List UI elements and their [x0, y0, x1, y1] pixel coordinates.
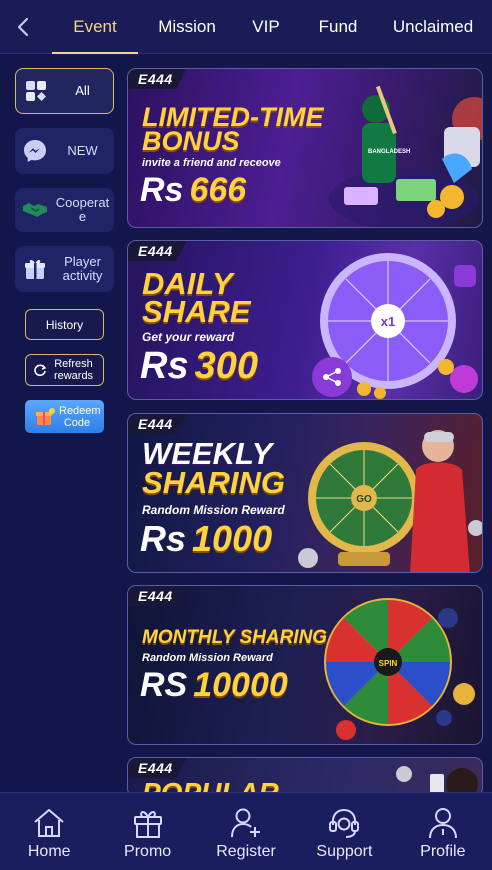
banner-amount-value: 10000 — [193, 666, 288, 704]
banner-subtitle: Random Mission Reward — [142, 503, 285, 517]
sidebar-item-label: Player activity — [62, 254, 103, 283]
tab-vip[interactable]: VIP — [230, 0, 302, 54]
wheel-center-label: GO — [356, 494, 372, 505]
handshake-icon — [15, 200, 55, 220]
banner-title-line2: BONUS — [142, 126, 240, 156]
sidebar-item-all[interactable]: All — [15, 68, 114, 114]
cricket-player-art: BANGLADESH — [329, 85, 482, 227]
banner-currency: Rs — [140, 171, 184, 209]
bottom-navigation: Home Promo Register Support Profile — [0, 792, 492, 870]
banner-currency: RS — [140, 666, 188, 704]
banner-amount: Rs 300 — [140, 345, 258, 388]
nav-label: Promo — [124, 843, 172, 860]
back-button[interactable] — [0, 0, 46, 54]
refresh-rewards-label: Refresh rewards — [53, 358, 94, 382]
sidebar-item-label: Cooperate — [55, 195, 110, 224]
history-label: History — [45, 317, 84, 332]
go-wheel-and-pilot-art: GO — [298, 430, 482, 572]
brand-tag: E444 — [128, 414, 187, 434]
messenger-icon — [15, 138, 55, 164]
svg-text:BANGLADESH: BANGLADESH — [368, 149, 410, 155]
redeem-gift-icon — [36, 407, 55, 425]
nav-label: Register — [216, 843, 276, 860]
tab-unclaimed[interactable]: Unclaimed — [374, 0, 492, 54]
category-sidebar: All NEW Cooperate Player activity Histor… — [0, 54, 126, 792]
brand-tag: E444 — [128, 69, 187, 89]
spin-wheel-art: x1 — [312, 253, 478, 399]
banner-title-line2: SHARE — [142, 294, 251, 329]
banner-amount: Rs 1000 — [140, 518, 272, 560]
nav-home[interactable]: Home — [0, 793, 98, 870]
brand-tag: E444 — [128, 586, 187, 606]
banner-amount-value: 666 — [189, 171, 247, 209]
nav-label: Support — [316, 843, 373, 860]
nav-label: Profile — [420, 843, 466, 860]
nav-support[interactable]: Support — [295, 793, 393, 870]
tab-mission[interactable]: Mission — [144, 0, 230, 54]
gift-icon — [15, 257, 55, 281]
promo-banner-monthly-sharing[interactable]: E444 SPIN MONTHLY SHARING Random Mission… — [127, 585, 483, 745]
nav-register[interactable]: Register — [197, 793, 295, 870]
banner-currency: Rs — [140, 518, 187, 559]
nav-label: Home — [27, 843, 71, 860]
gift-icon — [133, 811, 162, 838]
user-icon — [428, 808, 457, 839]
redeem-code-label: Redeem Code — [59, 404, 101, 429]
redeem-code-button[interactable]: Redeem Code — [25, 400, 104, 433]
brand-tag: E444 — [128, 758, 187, 778]
banner-amount: Rs 666 — [140, 171, 246, 210]
add-user-icon — [231, 808, 261, 838]
banner-currency: Rs — [140, 345, 189, 387]
banner-title-line1: MONTHLY SHARING — [142, 627, 328, 648]
promo-banner-daily-share[interactable]: E444 x1 DAILY SHARE Get your reward Rs 3… — [127, 240, 483, 400]
top-tab-bar: Event Mission VIP Fund Unclaimed — [0, 0, 492, 54]
banner-title-line2: SHARING — [142, 465, 285, 500]
sidebar-item-label: NEW — [67, 143, 98, 158]
nav-profile[interactable]: Profile — [394, 793, 492, 870]
promo-banner-weekly-sharing[interactable]: E444 GO WEEKLY SHARING Random Mission Re… — [127, 413, 483, 573]
sidebar-item-cooperate[interactable]: Cooperate — [15, 188, 114, 232]
brand-tag: E444 — [128, 241, 187, 261]
banner-amount: RS 10000 — [140, 666, 288, 705]
chevron-left-icon — [17, 17, 29, 36]
sidebar-item-new[interactable]: NEW — [15, 128, 114, 174]
history-button[interactable]: History — [25, 309, 104, 340]
banner-amount-value: 300 — [194, 345, 258, 387]
spin-wheel-art: SPIN — [324, 598, 475, 740]
promo-banner-popular[interactable]: E444 POPULAR — [127, 757, 483, 797]
wheel-center-label: SPIN — [379, 659, 398, 668]
wheel-center-label: x1 — [381, 314, 395, 329]
grid-cards-icon — [16, 79, 56, 103]
tab-event[interactable]: Event — [46, 0, 144, 54]
tab-fund[interactable]: Fund — [302, 0, 374, 54]
promo-banner-limited-time-bonus[interactable]: E444 BANGLADESH LIMITED-TIME BONUS invit… — [127, 68, 483, 228]
banner-subtitle: invite a friend and receove — [142, 157, 281, 169]
sidebar-item-label: All — [75, 83, 90, 98]
refresh-rewards-button[interactable]: Refresh rewards — [25, 354, 104, 386]
home-icon — [34, 809, 64, 837]
banner-amount-value: 1000 — [192, 518, 273, 559]
banner-subtitle: Get your reward — [142, 330, 235, 344]
banner-subtitle: Random Mission Reward — [142, 652, 273, 664]
sidebar-item-player-activity[interactable]: Player activity — [15, 246, 114, 292]
headset-icon — [329, 808, 360, 838]
nav-promo[interactable]: Promo — [98, 793, 196, 870]
refresh-icon — [33, 364, 46, 377]
